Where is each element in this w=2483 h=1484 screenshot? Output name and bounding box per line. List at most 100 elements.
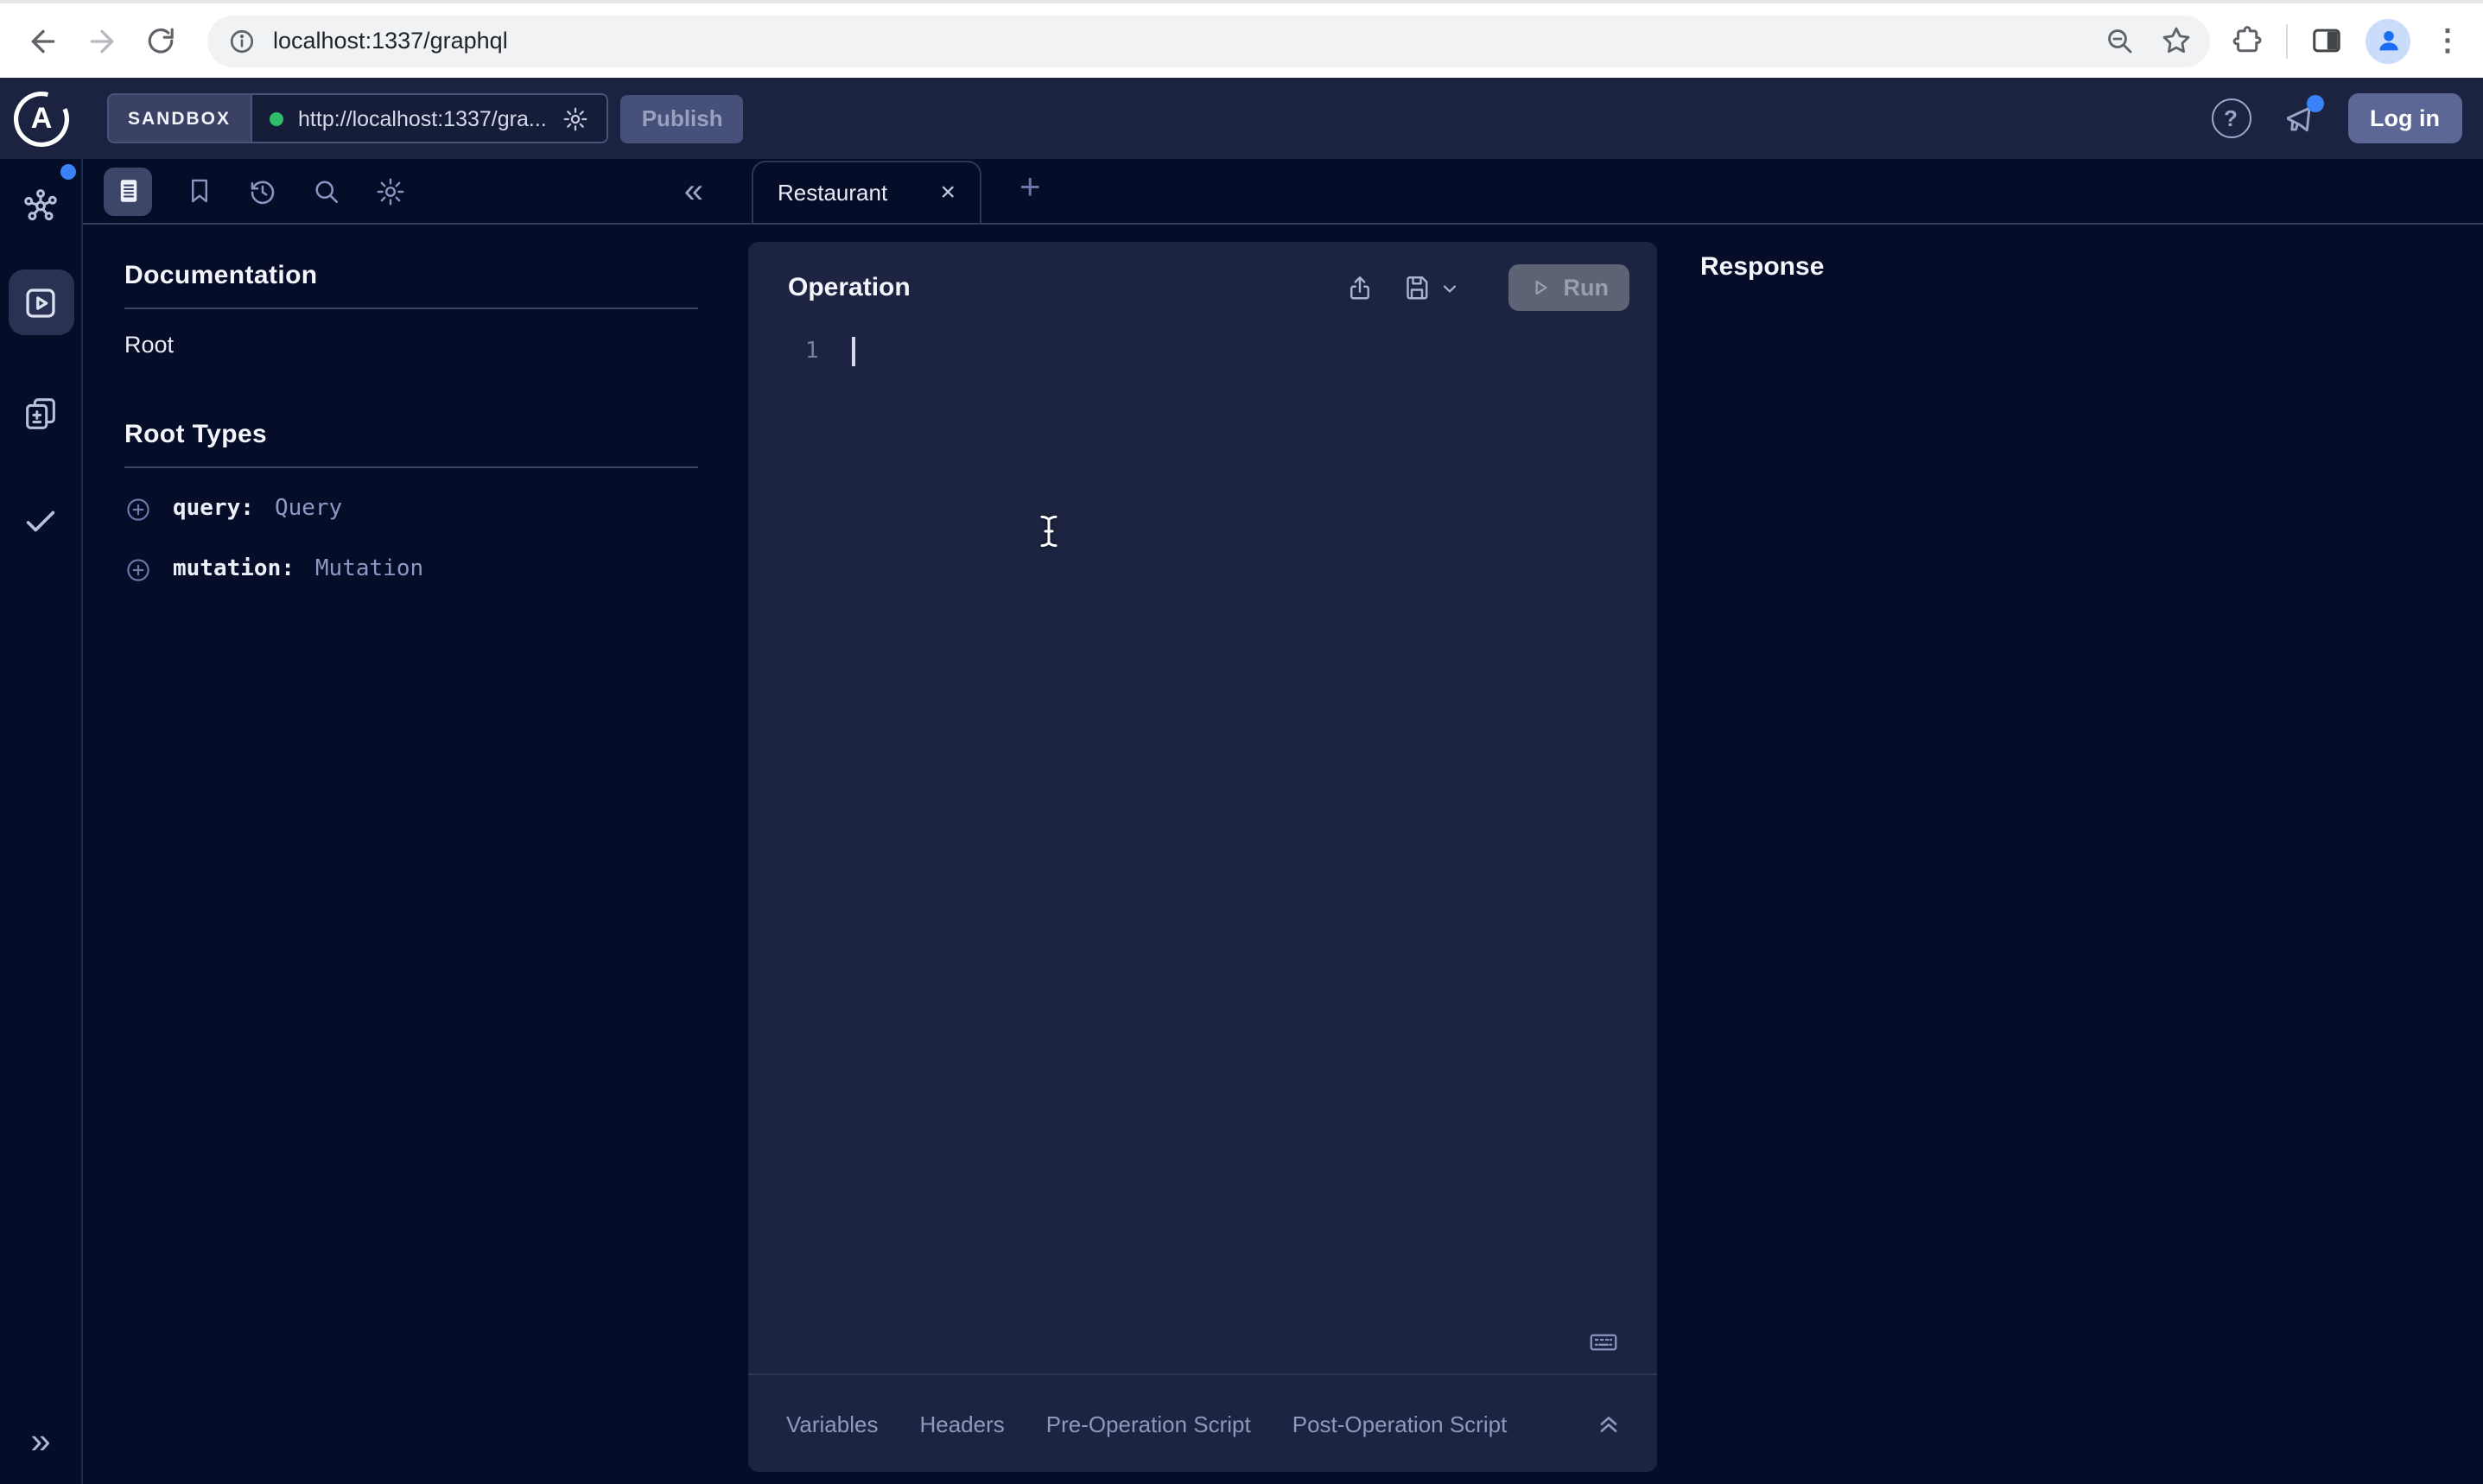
- document-icon: [113, 176, 143, 206]
- toolbar-divider: [2286, 23, 2288, 58]
- divider: [124, 466, 698, 468]
- graph-schema-icon: [21, 186, 60, 225]
- operation-editor[interactable]: 1: [748, 321, 1657, 1373]
- response-title: Response: [1700, 252, 1824, 282]
- documentation-title: Documentation: [124, 261, 698, 290]
- extensions-icon[interactable]: [2231, 24, 2264, 57]
- sandbox-badge: SANDBOX: [109, 95, 251, 142]
- forward-arrow-icon: [85, 23, 119, 58]
- type-name[interactable]: Mutation: [315, 556, 423, 582]
- tab-variables[interactable]: Variables: [786, 1411, 878, 1436]
- root-link[interactable]: Root: [124, 332, 698, 358]
- main-area: Restaurant × + Operation: [748, 159, 2483, 1484]
- keyboard-shortcuts-icon[interactable]: [1588, 1327, 1619, 1358]
- history-icon[interactable]: [247, 175, 278, 206]
- documentation-panel: « Documentation Root Root Types query: Q…: [83, 159, 748, 1484]
- checks-checkmark-icon: [21, 500, 60, 540]
- endpoint-settings-gear-icon[interactable]: [562, 105, 590, 132]
- root-type-row-query[interactable]: query: Query: [124, 489, 698, 529]
- expand-panel-chevrons-up-icon[interactable]: [1595, 1410, 1623, 1437]
- zoom-indicator-icon[interactable]: [2105, 25, 2136, 56]
- mouse-ibeam-cursor: [1038, 515, 1059, 548]
- add-field-icon[interactable]: [124, 495, 152, 523]
- save-floppy-icon[interactable]: [1401, 272, 1432, 303]
- help-glyph: ?: [2224, 105, 2238, 131]
- login-button[interactable]: Log in: [2347, 93, 2462, 143]
- settings-gear-icon[interactable]: [375, 175, 406, 206]
- close-tab-button[interactable]: ×: [940, 180, 956, 206]
- line-number: 1: [805, 338, 822, 364]
- docs-tab-button[interactable]: [104, 167, 152, 215]
- field-name[interactable]: query:: [173, 496, 254, 522]
- divider: [124, 308, 698, 309]
- new-tab-button[interactable]: +: [1019, 169, 1041, 206]
- nav-checks-button[interactable]: [8, 487, 73, 553]
- bookmark-star-icon[interactable]: [2160, 24, 2193, 57]
- operation-footer-tabs: Variables Headers Pre-Operation Script P…: [748, 1373, 1657, 1472]
- run-play-icon: [1529, 276, 1552, 299]
- tab-headers[interactable]: Headers: [919, 1411, 1004, 1436]
- chevron-down-icon[interactable]: [1439, 277, 1460, 298]
- url-text[interactable]: localhost:1337/graphql: [273, 28, 2105, 54]
- run-label: Run: [1564, 275, 1610, 301]
- saved-operations-bookmark-icon[interactable]: [185, 176, 214, 206]
- operation-panel: Operation Run: [748, 242, 1657, 1472]
- back-arrow-icon: [26, 23, 60, 58]
- reload-icon: [145, 25, 176, 56]
- tab-label[interactable]: Restaurant: [778, 180, 912, 206]
- editor-line[interactable]: 1: [748, 333, 1657, 368]
- apollo-header: A SANDBOX http://localhost:1337/gra... P…: [0, 78, 2483, 159]
- browser-menu-button[interactable]: ⋮: [2433, 26, 2462, 55]
- root-types-title: Root Types: [124, 420, 698, 449]
- profile-person-icon: [2373, 26, 2403, 55]
- nav-changelog-button[interactable]: [8, 380, 73, 446]
- tab-post-operation-script[interactable]: Post-Operation Script: [1292, 1411, 1508, 1436]
- apollo-logo[interactable]: A: [12, 89, 71, 148]
- browser-profile-avatar[interactable]: [2366, 18, 2410, 63]
- explorer-play-icon: [21, 282, 60, 322]
- content-area: » « Documentation Root Root Types: [0, 159, 2483, 1484]
- documentation-toolbar: «: [83, 159, 748, 223]
- connection-status-dot: [269, 111, 283, 125]
- browser-forward-button[interactable]: [76, 15, 128, 67]
- endpoint-url-text[interactable]: http://localhost:1337/gra...: [298, 106, 547, 130]
- type-name[interactable]: Query: [275, 496, 342, 522]
- sandbox-endpoint-control: SANDBOX http://localhost:1337/gra...: [107, 93, 609, 143]
- apollo-logo-letter: A: [12, 89, 71, 148]
- browser-back-button[interactable]: [17, 15, 69, 67]
- root-type-row-mutation[interactable]: mutation: Mutation: [124, 549, 698, 589]
- collapse-docs-button[interactable]: «: [684, 174, 703, 208]
- add-field-icon[interactable]: [124, 555, 152, 583]
- response-panel: Response: [1657, 223, 2483, 1484]
- nav-explorer-button[interactable]: [8, 270, 73, 335]
- left-nav-rail: »: [0, 159, 83, 1484]
- operation-title: Operation: [788, 273, 911, 302]
- help-button[interactable]: ?: [2211, 98, 2251, 138]
- changelog-diff-icon: [21, 393, 60, 433]
- field-name[interactable]: mutation:: [173, 556, 295, 582]
- schema-notification-dot: [60, 164, 76, 180]
- operation-tab-bar: Restaurant × +: [748, 159, 2483, 223]
- operation-header: Operation Run: [748, 242, 1657, 321]
- url-bar[interactable]: localhost:1337/graphql: [207, 15, 2210, 67]
- browser-toolbar: localhost:1337/graphql ⋮: [0, 0, 2483, 78]
- share-operation-icon[interactable]: [1344, 272, 1375, 303]
- tab-pre-operation-script[interactable]: Pre-Operation Script: [1046, 1411, 1251, 1436]
- tab-restaurant[interactable]: Restaurant ×: [752, 161, 981, 223]
- expand-rail-button[interactable]: »: [30, 1422, 50, 1463]
- announcements-notification-dot: [2306, 94, 2323, 111]
- text-caret: [852, 336, 854, 365]
- side-panel-icon[interactable]: [2310, 24, 2343, 57]
- apollo-sandbox-app: localhost:1337/graphql ⋮ A SANDBOX: [0, 0, 2483, 1484]
- site-info-icon[interactable]: [228, 27, 256, 54]
- announcements-button[interactable]: [2280, 99, 2318, 137]
- publish-button[interactable]: Publish: [621, 94, 744, 143]
- browser-reload-button[interactable]: [135, 15, 187, 67]
- run-button[interactable]: Run: [1508, 264, 1630, 311]
- nav-schema-button[interactable]: [8, 173, 73, 238]
- documentation-body: Documentation Root Root Types query: Que…: [83, 223, 748, 589]
- save-operation-control[interactable]: [1401, 272, 1460, 303]
- sandbox-label: SANDBOX: [128, 108, 231, 129]
- search-icon[interactable]: [311, 175, 342, 206]
- endpoint-url-box[interactable]: http://localhost:1337/gra...: [251, 95, 607, 142]
